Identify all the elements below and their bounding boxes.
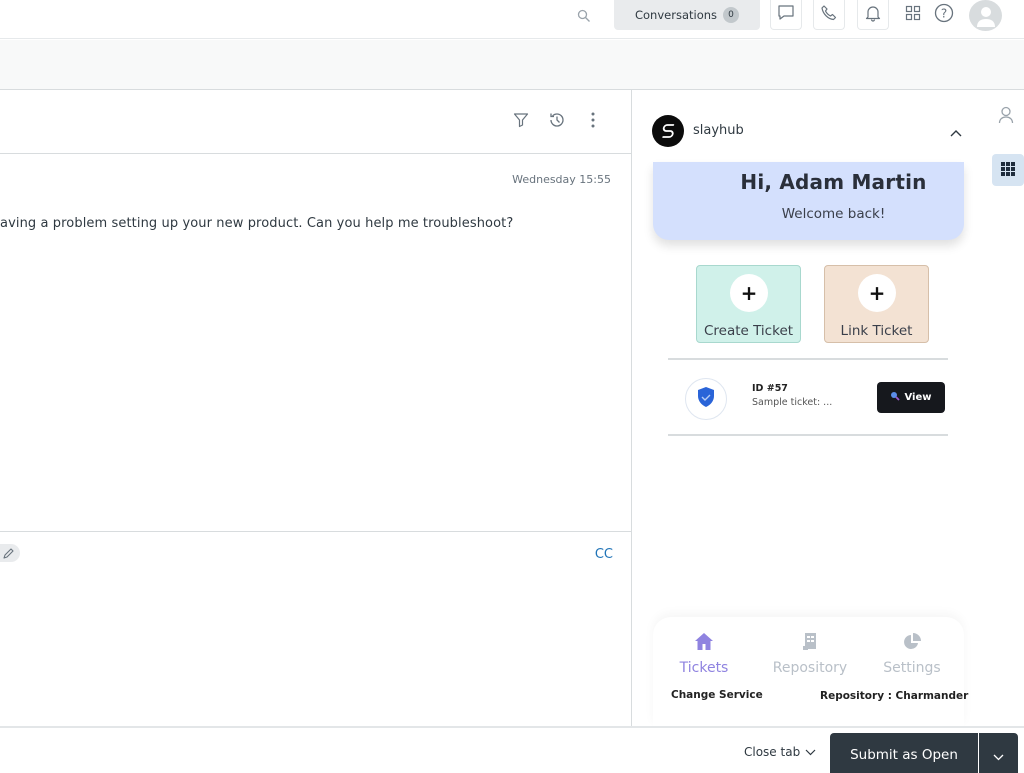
chevron-up-icon (950, 122, 962, 141)
conversation-pane: Wednesday 15:55 aving a problem setting … (0, 90, 632, 726)
bell-icon (864, 4, 882, 26)
user-icon[interactable] (998, 106, 1014, 124)
history-button[interactable] (547, 112, 567, 132)
chat-button[interactable] (770, 0, 802, 30)
ticket-description: Sample ticket: ... (752, 397, 833, 408)
divider (668, 358, 948, 360)
right-rail (985, 90, 1024, 726)
filter-icon (513, 112, 529, 132)
nav-tab-tickets-label: Tickets (679, 660, 729, 676)
message-body: aving a problem setting up your new prod… (0, 216, 514, 231)
nav-tab-repository-label: Repository (772, 660, 848, 676)
ticket-id: ID #57 (752, 383, 788, 394)
building-icon (765, 629, 855, 653)
more-vertical-icon (590, 111, 596, 133)
nav-tab-settings-label: Settings (883, 660, 941, 676)
message-timestamp: Wednesday 15:55 (512, 173, 611, 186)
svg-text:?: ? (941, 7, 947, 21)
ticket-list-item: ID #57 Sample ticket: ... View (668, 362, 948, 434)
plus-icon: + (730, 274, 768, 312)
nav-tab-tickets[interactable]: Tickets (659, 629, 749, 676)
chevron-down-icon (993, 746, 1004, 765)
nav-tab-settings[interactable]: Settings (867, 629, 957, 676)
submit-options-button[interactable] (979, 733, 1018, 773)
cc-link[interactable]: CC (595, 547, 613, 562)
phone-button[interactable] (813, 0, 845, 30)
change-service-link[interactable]: Change Service (671, 689, 763, 701)
link-ticket-label: Link Ticket (840, 323, 913, 339)
welcome-card: Hi, Adam Martin Welcome back! (653, 162, 964, 240)
top-bar: Conversations 0 ? (0, 0, 1024, 39)
slayhub-logo-icon (652, 115, 684, 147)
notifications-button[interactable] (857, 0, 889, 30)
footer-bar: Close tab Submit as Open (0, 726, 1024, 773)
shield-check-icon (696, 386, 716, 412)
help-button[interactable]: ? (934, 3, 954, 27)
more-options-button[interactable] (583, 112, 603, 132)
filter-button[interactable] (511, 112, 531, 132)
compose-mode-button[interactable] (0, 544, 20, 562)
view-ticket-label: View (904, 392, 932, 403)
sub-header-bar (0, 40, 1024, 90)
apps-grid-icon (1001, 161, 1015, 180)
conversation-header (0, 90, 631, 154)
plus-icon: + (858, 274, 896, 312)
search-icon[interactable] (577, 8, 591, 22)
slayhub-app-panel: slayhub Hi, Adam Martin Welcome back! + … (633, 90, 985, 726)
apps-panel-button[interactable] (992, 154, 1024, 186)
current-repository: Repository : Charmander (820, 690, 969, 702)
pencil-icon (3, 544, 14, 563)
ticket-status-badge (685, 378, 727, 420)
avatar-icon (975, 3, 997, 31)
close-tab-dropdown[interactable]: Close tab (744, 745, 816, 759)
create-ticket-label: Create Ticket (703, 323, 794, 339)
welcome-title: Hi, Adam Martin (740, 170, 927, 194)
welcome-subtitle: Welcome back! (781, 206, 886, 222)
app-name: slayhub (693, 123, 744, 138)
collapse-app-button[interactable] (947, 122, 965, 140)
close-tab-label: Close tab (744, 745, 801, 759)
conversations-button[interactable]: Conversations 0 (614, 0, 760, 30)
home-icon (659, 629, 749, 653)
link-ticket-button[interactable]: + Link Ticket (824, 265, 929, 343)
view-ticket-button[interactable]: View (877, 382, 945, 413)
history-icon (548, 111, 566, 133)
divider (668, 434, 948, 436)
conversations-label: Conversations (634, 8, 718, 22)
apps-grid-icon (905, 5, 921, 25)
nav-tab-repository[interactable]: Repository (765, 629, 855, 676)
app-header: slayhub (633, 90, 985, 162)
avatar[interactable] (969, 0, 1002, 31)
help-icon: ? (934, 3, 954, 27)
chat-icon (777, 4, 795, 25)
submit-button[interactable]: Submit as Open (830, 733, 978, 773)
app-bottom-nav: Tickets Repository Settings Change Servi… (653, 617, 968, 726)
create-ticket-button[interactable]: + Create Ticket (696, 265, 801, 343)
pie-chart-icon (867, 629, 957, 653)
chevron-down-icon (805, 745, 816, 759)
magnifier-icon (890, 391, 901, 404)
conversations-count-badge: 0 (723, 7, 740, 23)
reply-composer[interactable]: CC (0, 531, 631, 726)
apps-button[interactable] (903, 5, 923, 25)
phone-icon (820, 4, 838, 26)
